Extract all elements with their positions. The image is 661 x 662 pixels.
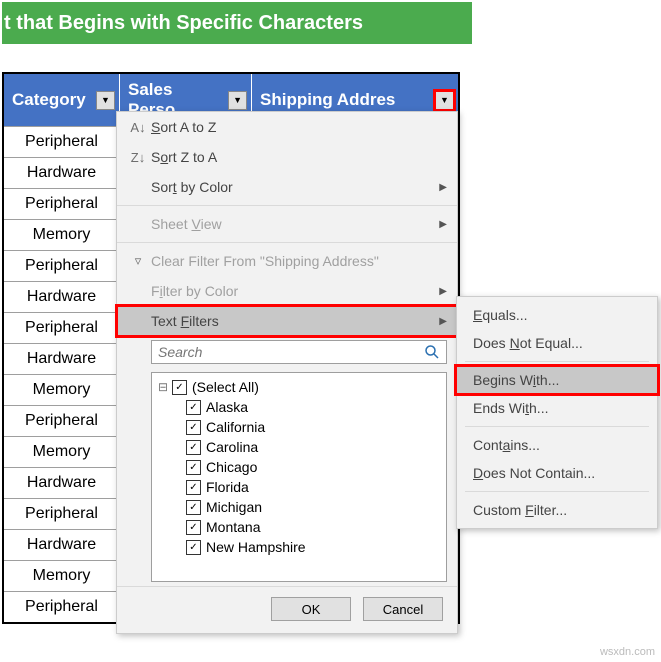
sort-asc-icon: A↓	[125, 120, 151, 135]
cell-category[interactable]: Peripheral	[4, 189, 120, 219]
filter-dropdown-icon[interactable]: ▼	[96, 91, 115, 110]
cell-category[interactable]: Peripheral	[4, 592, 120, 622]
filter-begins-with[interactable]: Begins With...	[457, 366, 657, 394]
cell-category[interactable]: Hardware	[4, 282, 120, 312]
list-item[interactable]: ✓California	[158, 417, 440, 437]
cell-category[interactable]: Memory	[4, 561, 120, 591]
checkbox-icon[interactable]: ✓	[172, 380, 187, 395]
search-icon[interactable]	[423, 343, 441, 361]
list-item[interactable]: ✓Florida	[158, 477, 440, 497]
chevron-right-icon: ▶	[439, 219, 447, 230]
checkbox-icon[interactable]: ✓	[186, 400, 201, 415]
chevron-right-icon: ▶	[439, 316, 447, 327]
filter-by-color: Filter by Color ▶	[117, 276, 457, 306]
checkbox-icon[interactable]: ✓	[186, 520, 201, 535]
chevron-right-icon: ▶	[439, 182, 447, 193]
sheet-view: Sheet View ▶	[117, 209, 457, 239]
sort-by-color[interactable]: Sort by Color ▶	[117, 172, 457, 202]
search-row	[117, 336, 457, 368]
cell-category[interactable]: Peripheral	[4, 313, 120, 343]
cell-category[interactable]: Memory	[4, 220, 120, 250]
cell-category[interactable]: Peripheral	[4, 127, 120, 157]
cancel-button[interactable]: Cancel	[363, 597, 443, 621]
separator	[117, 205, 457, 206]
page-title: t that Begins with Specific Characters	[2, 2, 472, 44]
filter-does-not-equal[interactable]: Does Not Equal...	[457, 329, 657, 357]
header-category[interactable]: Category ▼	[4, 74, 120, 126]
filter-does-not-contain[interactable]: Does Not Contain...	[457, 459, 657, 487]
chevron-right-icon: ▶	[439, 286, 447, 297]
checkbox-icon[interactable]: ✓	[186, 500, 201, 515]
watermark: wsxdn.com	[600, 646, 655, 658]
list-item[interactable]: ✓Michigan	[158, 497, 440, 517]
cell-category[interactable]: Peripheral	[4, 251, 120, 281]
filter-checklist[interactable]: ⊟ ✓ (Select All) ✓Alaska✓California✓Caro…	[151, 372, 447, 582]
clear-filter-icon: ▿	[125, 253, 151, 269]
filter-contains[interactable]: Contains...	[457, 431, 657, 459]
filter-menu: A↓ Sort A to Z Z↓ Sort Z to A Sort by Co…	[116, 111, 458, 634]
tree-collapse-icon[interactable]: ⊟	[158, 380, 172, 394]
select-all-item[interactable]: ⊟ ✓ (Select All)	[158, 377, 440, 397]
sort-z-to-a[interactable]: Z↓ Sort Z to A	[117, 142, 457, 172]
checkbox-icon[interactable]: ✓	[186, 420, 201, 435]
list-item[interactable]: ✓Carolina	[158, 437, 440, 457]
cell-category[interactable]: Hardware	[4, 530, 120, 560]
cell-category[interactable]: Hardware	[4, 344, 120, 374]
separator	[465, 491, 649, 492]
separator	[117, 242, 457, 243]
cell-category[interactable]: Hardware	[4, 468, 120, 498]
text-filters-submenu: Equals... Does Not Equal... Begins With.…	[456, 296, 658, 529]
filter-equals[interactable]: Equals...	[457, 301, 657, 329]
ok-button[interactable]: OK	[271, 597, 351, 621]
cell-category[interactable]: Peripheral	[4, 406, 120, 436]
search-input[interactable]	[151, 340, 447, 364]
filter-custom[interactable]: Custom Filter...	[457, 496, 657, 524]
cell-category[interactable]: Memory	[4, 437, 120, 467]
cell-category[interactable]: Memory	[4, 375, 120, 405]
text-filters[interactable]: Text Filters ▶	[117, 306, 457, 336]
checkbox-icon[interactable]: ✓	[186, 440, 201, 455]
header-shipping-label: Shipping Addres	[260, 90, 395, 110]
dialog-buttons: OK Cancel	[117, 586, 457, 633]
header-category-label: Category	[12, 90, 86, 110]
sort-desc-icon: Z↓	[125, 150, 151, 165]
list-item[interactable]: ✓New Hampshire	[158, 537, 440, 557]
list-item[interactable]: ✓Chicago	[158, 457, 440, 477]
checkbox-icon[interactable]: ✓	[186, 540, 201, 555]
list-item[interactable]: ✓Montana	[158, 517, 440, 537]
cell-category[interactable]: Peripheral	[4, 499, 120, 529]
clear-filter: ▿ Clear Filter From "Shipping Address"	[117, 246, 457, 276]
filter-dropdown-icon[interactable]: ▼	[435, 91, 454, 110]
checkbox-icon[interactable]: ✓	[186, 480, 201, 495]
separator	[465, 361, 649, 362]
filter-dropdown-icon[interactable]: ▼	[228, 91, 247, 110]
sort-a-to-z[interactable]: A↓ Sort A to Z	[117, 112, 457, 142]
checkbox-icon[interactable]: ✓	[186, 460, 201, 475]
separator	[465, 426, 649, 427]
cell-category[interactable]: Hardware	[4, 158, 120, 188]
filter-ends-with[interactable]: Ends With...	[457, 394, 657, 422]
list-item[interactable]: ✓Alaska	[158, 397, 440, 417]
